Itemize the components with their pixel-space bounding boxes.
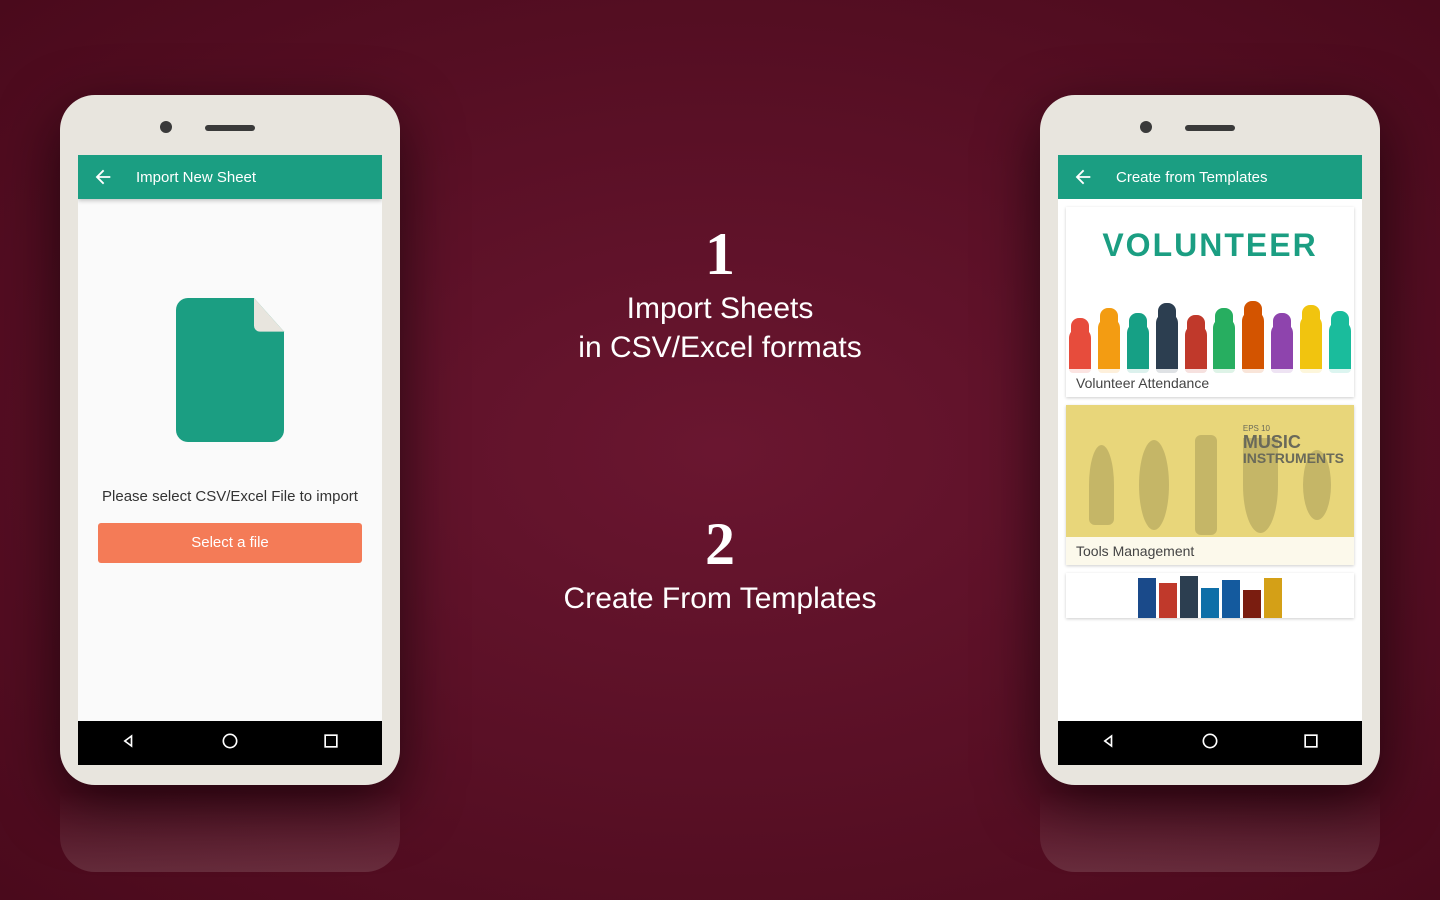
phone-screen-import: Import New Sheet Please select CSV/Excel…: [78, 155, 382, 765]
volunteer-heading: VOLUNTEER: [1066, 227, 1354, 264]
nav-back-icon[interactable]: [1099, 731, 1119, 756]
phone-screen-templates: Create from Templates VOLUNTEER: [1058, 155, 1362, 765]
step-caption: Create From Templates: [564, 579, 877, 618]
music-heading: EPS 10 MUSIC INSTRUMENTS: [1243, 425, 1344, 465]
template-label: Volunteer Attendance: [1066, 369, 1354, 397]
phone-speaker: [205, 125, 255, 131]
template-label: Tools Management: [1066, 537, 1354, 565]
template-card-volunteer[interactable]: VOLUNTEER: [1066, 207, 1354, 397]
nav-back-icon[interactable]: [119, 731, 139, 756]
books-graphic: [1066, 573, 1354, 618]
step-number: 2: [564, 510, 877, 579]
android-nav-bar: [78, 721, 382, 765]
step-number: 1: [578, 220, 861, 289]
feature-step-2: 2 Create From Templates: [564, 510, 877, 618]
step-caption: Import Sheets in CSV/Excel formats: [578, 289, 861, 367]
phone-mockup-right: Create from Templates VOLUNTEER: [1040, 95, 1380, 785]
app-bar: Create from Templates: [1058, 155, 1362, 199]
file-icon: [170, 298, 290, 448]
select-file-button[interactable]: Select a file: [98, 523, 362, 563]
back-arrow-icon[interactable]: [92, 166, 114, 188]
back-arrow-icon[interactable]: [1072, 166, 1094, 188]
app-bar-title: Import New Sheet: [136, 169, 256, 186]
app-bar: Import New Sheet: [78, 155, 382, 199]
nav-home-icon[interactable]: [1200, 731, 1220, 756]
android-nav-bar: [1058, 721, 1362, 765]
phone-mockup-left: Import New Sheet Please select CSV/Excel…: [60, 95, 400, 785]
template-card-partial[interactable]: [1066, 573, 1354, 618]
template-card-tools[interactable]: EPS 10 MUSIC INSTRUMENTS Tools Managemen…: [1066, 405, 1354, 565]
app-bar-title: Create from Templates: [1116, 169, 1267, 186]
phone-camera: [160, 121, 172, 133]
phone-camera: [1140, 121, 1152, 133]
instruction-text: Please select CSV/Excel File to import: [102, 488, 358, 505]
nav-home-icon[interactable]: [220, 731, 240, 756]
nav-recent-icon[interactable]: [321, 731, 341, 756]
import-body: Please select CSV/Excel File to import S…: [78, 199, 382, 661]
feature-step-1: 1 Import Sheets in CSV/Excel formats: [578, 220, 861, 367]
phone-reflection: [1040, 792, 1380, 872]
nav-recent-icon[interactable]: [1301, 731, 1321, 756]
phone-reflection: [60, 792, 400, 872]
phone-speaker: [1185, 125, 1235, 131]
templates-list[interactable]: VOLUNTEER: [1058, 199, 1362, 721]
